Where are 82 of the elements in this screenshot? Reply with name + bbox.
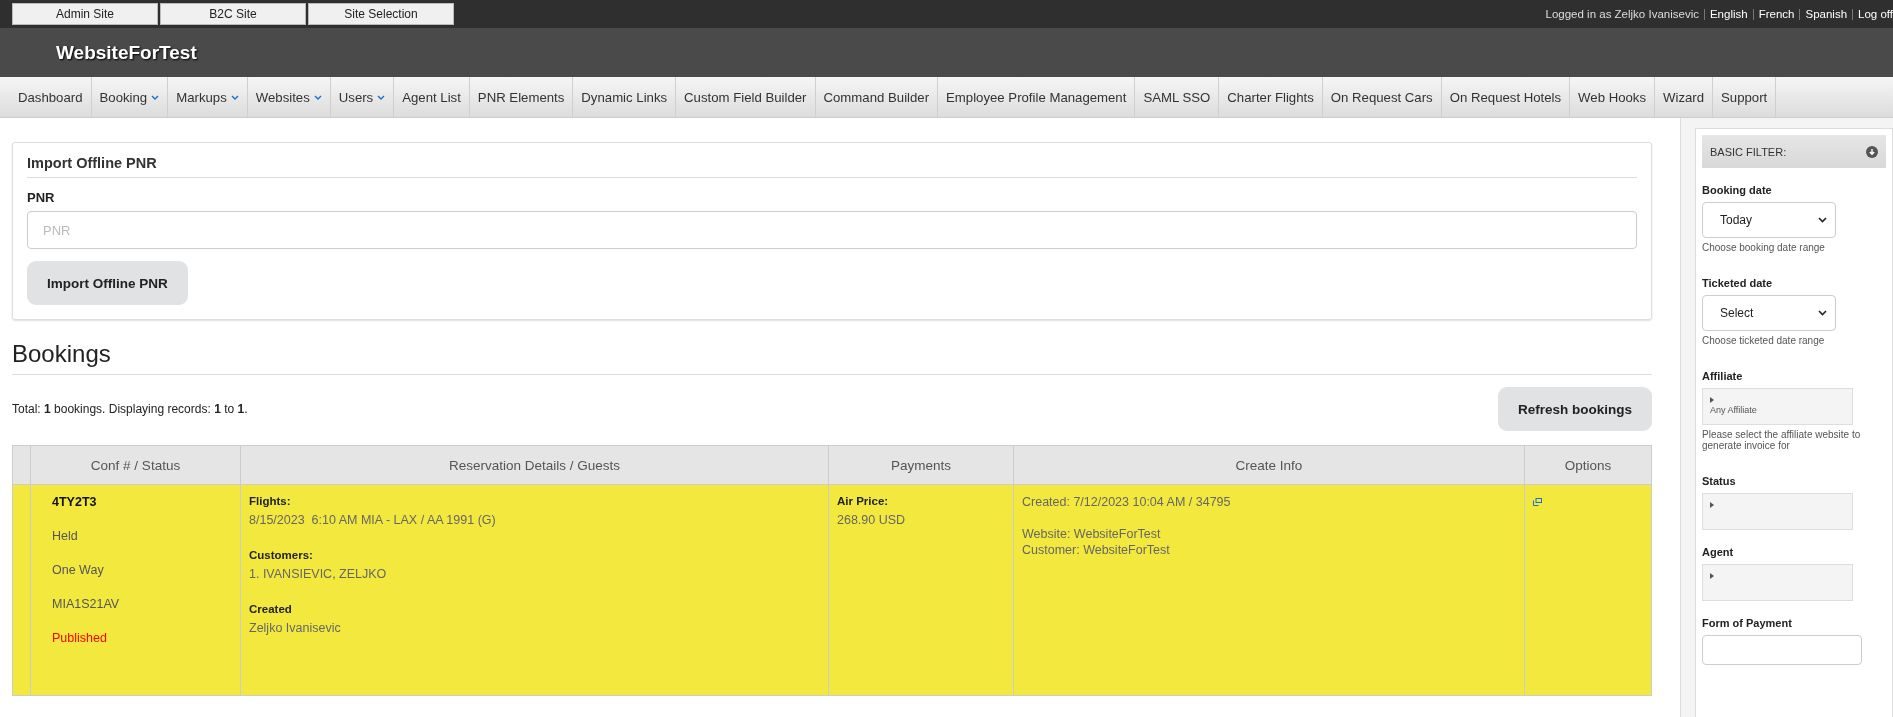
language-link[interactable]: Spanish xyxy=(1799,8,1848,20)
nav-item[interactable]: Booking xyxy=(91,77,169,117)
select-field[interactable]: Select xyxy=(1702,295,1836,331)
collapse-icon[interactable] xyxy=(1866,145,1878,158)
tree-field[interactable] xyxy=(1702,564,1853,601)
nav-item[interactable]: Support xyxy=(1713,77,1777,117)
pnr-field[interactable]: PNR xyxy=(27,211,1637,249)
nav-item[interactable]: Users xyxy=(330,77,395,117)
detail-label: Customers: xyxy=(249,549,314,561)
language-link[interactable]: English xyxy=(1703,8,1748,20)
filter-label: Booking date xyxy=(1702,184,1773,196)
nav-item[interactable]: PNR Elements xyxy=(469,77,574,117)
column-header: Payments xyxy=(828,445,1014,485)
detail-label: Air Price: xyxy=(837,495,890,507)
language-link[interactable]: French xyxy=(1752,8,1795,20)
status-text: MIA1S21AV xyxy=(52,597,121,611)
nav-item[interactable]: Dashboard xyxy=(10,77,92,117)
filter-label: Status xyxy=(1702,475,1737,487)
nav-item[interactable]: Dynamic Links xyxy=(573,77,677,117)
nav-item[interactable]: Websites xyxy=(247,77,331,117)
site-button[interactable]: Admin Site xyxy=(12,3,158,25)
status-text: One Way xyxy=(52,563,105,577)
site-button[interactable]: B2C Site xyxy=(160,3,306,25)
create-info-text: Customer: WebsiteForTest xyxy=(1022,543,1171,557)
nav-item[interactable]: SAML SSO xyxy=(1135,77,1220,117)
nav-item[interactable]: Custom Field Builder xyxy=(676,77,816,117)
filter-header[interactable]: BASIC FILTER: xyxy=(1702,135,1886,168)
detail-label: Created xyxy=(249,603,293,615)
refresh-button[interactable]: Refresh bookings xyxy=(1497,387,1652,431)
nav-item[interactable]: Command Builder xyxy=(815,77,939,117)
filter-label: Form of Payment xyxy=(1702,617,1793,629)
expand-icon xyxy=(1710,397,1714,403)
input-field[interactable] xyxy=(1702,635,1862,665)
nav-item[interactable]: Employee Profile Management xyxy=(938,77,1136,117)
status-text: Held xyxy=(52,529,79,543)
nav-item[interactable]: Charter Flights xyxy=(1219,77,1323,117)
detail-text: Zeljko Ivanisevic xyxy=(249,621,342,635)
create-info-text: Created: 7/12/2023 10:04 AM / 34795 xyxy=(1022,495,1232,509)
logged-in-text: Logged in as Zeljko Ivanisevic xyxy=(1545,8,1699,20)
select-field[interactable]: Today xyxy=(1702,202,1836,238)
expand-icon xyxy=(1710,502,1714,508)
language-link[interactable]: Log off xyxy=(1852,8,1893,20)
nav-item[interactable]: Wizard xyxy=(1655,77,1714,117)
popup-icon[interactable] xyxy=(1533,498,1542,506)
detail-text: 8/15/2023 6:10 AM MIA - LAX / AA 1991 (G) xyxy=(249,513,497,527)
column-header: Create Info xyxy=(1013,445,1525,485)
filter-label: Affiliate xyxy=(1702,370,1744,382)
nav-item[interactable]: Web Hooks xyxy=(1570,77,1656,117)
tree-field[interactable] xyxy=(1702,493,1853,530)
site-title: WebsiteForTest xyxy=(56,41,197,64)
field-label: PNR xyxy=(27,190,56,205)
nav-item[interactable]: On Request Hotels xyxy=(1441,77,1571,117)
import-button[interactable]: Import Offline PNR xyxy=(27,261,188,305)
caret-icon xyxy=(151,94,160,100)
tree-field[interactable]: Any Affiliate xyxy=(1702,388,1853,425)
nav-item[interactable]: On Request Cars xyxy=(1322,77,1442,117)
price-text: 268.90 USD xyxy=(837,513,907,527)
chevron-icon xyxy=(1818,217,1827,223)
nav-item[interactable]: Agent List xyxy=(394,77,470,117)
caret-icon xyxy=(230,94,239,100)
hint-text: Choose booking date range xyxy=(1702,242,1826,253)
filter-label: Agent xyxy=(1702,546,1735,558)
filter-label: Ticketed date xyxy=(1702,277,1774,289)
caret-icon xyxy=(313,94,322,100)
detail-text: 1. IVANSIEVIC, ZELJKO xyxy=(249,567,388,581)
hint-text: Please select the affiliate website to generate invoice for xyxy=(1702,429,1862,451)
summary-text: Total: 1 bookings. Displaying records: 1 to 1. xyxy=(12,402,248,416)
status-text: Published xyxy=(52,631,108,645)
column-header: Conf # / Status xyxy=(30,445,241,485)
detail-label: Flights: xyxy=(249,495,292,507)
expand-icon xyxy=(1710,573,1714,579)
section-title: Bookings xyxy=(12,340,1652,375)
nav-item[interactable]: Markups xyxy=(168,77,248,117)
chevron-icon xyxy=(1818,310,1827,316)
create-info-text: Website: WebsiteForTest xyxy=(1022,527,1162,541)
column-header: Reservation Details / Guests xyxy=(240,445,829,485)
card-title: Import Offline PNR xyxy=(27,155,1637,178)
status-text: 4TY2T3 xyxy=(52,495,98,509)
site-button[interactable]: Site Selection xyxy=(308,3,454,25)
hint-text: Choose ticketed date range xyxy=(1702,335,1826,346)
column-header: Options xyxy=(1524,445,1652,485)
caret-icon xyxy=(377,94,386,100)
